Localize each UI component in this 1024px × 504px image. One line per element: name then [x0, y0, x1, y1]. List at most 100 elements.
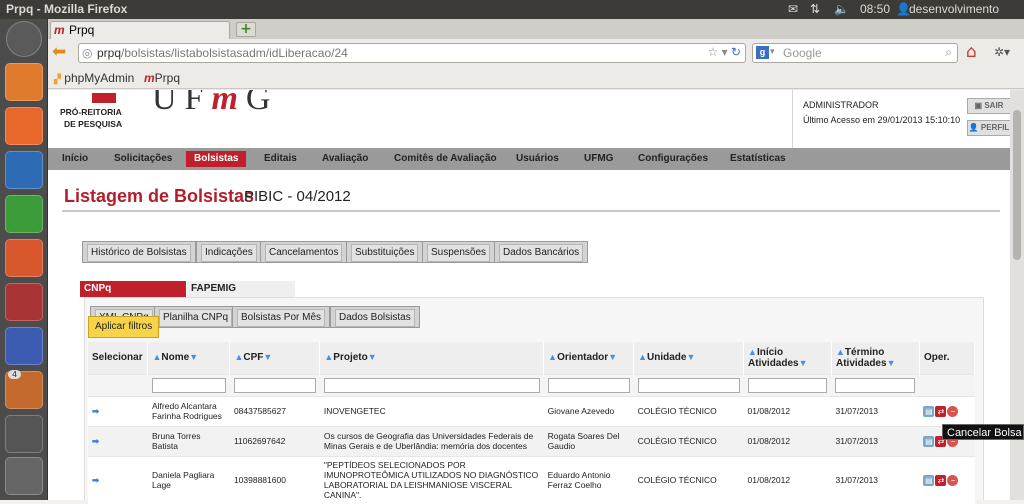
menu-item-estatisticas[interactable]: Estatísticas	[722, 151, 794, 167]
logo-bar	[92, 93, 116, 103]
virtualbox-icon[interactable]	[5, 327, 43, 365]
search-input[interactable]: g ▾ Google ⌕	[752, 43, 958, 63]
page-subtitle: PIBIC - 04/2012	[244, 188, 351, 205]
filter-projeto-input[interactable]	[323, 377, 540, 393]
tab-fapemig[interactable]: FAPEMIG	[187, 281, 295, 297]
menu-item-solicitacoes[interactable]: Solicitações	[106, 151, 180, 167]
profile-button[interactable]: 👤 PERFIL	[967, 120, 1010, 136]
home-icon[interactable]: ⌂	[966, 43, 986, 63]
session-user[interactable]: desenvolvimento	[909, 2, 999, 16]
profile-icon: 👤	[968, 123, 979, 132]
software-center-icon[interactable]	[5, 239, 43, 277]
trash-icon[interactable]	[5, 457, 43, 495]
workspace-switcher-icon[interactable]	[5, 415, 43, 453]
menu-item-editais[interactable]: Editais	[256, 151, 305, 167]
files-icon[interactable]	[5, 63, 43, 101]
new-tab-button[interactable]: +	[236, 22, 256, 37]
select-arrow-icon[interactable]: ➡	[92, 436, 99, 446]
col-orientador[interactable]: ▲Orientador▼	[543, 342, 635, 374]
planilha-cnpq-button[interactable]: Planilha CNPq	[154, 306, 238, 328]
url-bar[interactable]: ◎ prpq/bolsistas/listabolsistasadm/idLib…	[78, 43, 746, 63]
apply-filters-button[interactable]: Aplicar filtros	[88, 316, 160, 338]
volume-icon[interactable]: 🔈	[834, 2, 849, 16]
sort-asc-icon[interactable]: ▲	[836, 347, 845, 357]
sort-asc-icon[interactable]: ▲	[748, 347, 757, 357]
dash-home-icon[interactable]	[6, 21, 42, 57]
mail-icon[interactable]: ✉	[788, 2, 798, 16]
scrollbar-thumb[interactable]	[1013, 110, 1021, 260]
cancelamentos-button[interactable]: Cancelamentos	[260, 241, 348, 263]
menu-item-comites[interactable]: Comitês de Avaliação	[386, 151, 505, 167]
cell-termino: 31/07/2013	[831, 395, 920, 426]
sort-asc-icon[interactable]: ▲	[324, 352, 333, 362]
menu-item-usuarios[interactable]: Usuários	[508, 151, 567, 167]
tab-prpq[interactable]: m Prpq	[50, 21, 230, 39]
filter-nome-input[interactable]	[151, 377, 226, 393]
filter-inicio-input[interactable]	[747, 377, 828, 393]
search-icon[interactable]: ⌕	[945, 45, 952, 60]
cancel-icon[interactable]: −	[947, 474, 959, 486]
col-projeto[interactable]: ▲Projeto▼	[319, 342, 545, 374]
filter-unidade-input[interactable]	[637, 377, 740, 393]
swap-icon[interactable]: ⇄	[935, 405, 947, 417]
clock[interactable]: 08:50	[860, 2, 890, 16]
workspace-app-icon[interactable]: 4	[5, 370, 43, 409]
sort-desc-icon[interactable]: ▼	[263, 352, 272, 362]
col-termino[interactable]: ▲Término Atividades▼	[831, 342, 920, 374]
bolsistas-por-mes-button[interactable]: Bolsistas Por Mês	[232, 306, 331, 328]
filter-cpf-input[interactable]	[233, 377, 316, 393]
sort-desc-icon[interactable]: ▼	[799, 358, 808, 368]
page-title: Listagem de Bolsistas	[64, 186, 255, 206]
reload-icon[interactable]: ↻	[731, 45, 741, 59]
cancel-icon[interactable]: −	[947, 405, 959, 417]
menu-item-ufmg[interactable]: UFMG	[576, 151, 621, 167]
dados-bancarios-button[interactable]: Dados Bancários	[494, 241, 589, 263]
view-icon[interactable]: ▤	[923, 435, 935, 447]
calc-icon[interactable]	[5, 195, 43, 233]
sort-asc-icon[interactable]: ▲	[638, 352, 647, 362]
firefox-icon[interactable]	[5, 107, 43, 145]
sort-desc-icon[interactable]: ▼	[189, 352, 198, 362]
tab-cnpq[interactable]: CNPq	[80, 281, 186, 297]
menu-icon[interactable]: ✲▾	[994, 45, 1010, 59]
logout-button[interactable]: ▣ SAIR	[967, 98, 1010, 114]
google-icon[interactable]: g	[756, 46, 769, 59]
swap-icon[interactable]: ⇄	[935, 474, 947, 486]
col-nome[interactable]: ▲Nome▼	[147, 342, 231, 374]
network-icon[interactable]: ⇅	[810, 2, 820, 16]
sort-desc-icon[interactable]: ▼	[368, 352, 377, 362]
search-placeholder: Google	[783, 46, 822, 60]
select-arrow-icon[interactable]: ➡	[92, 475, 99, 485]
system-settings-icon[interactable]	[5, 283, 43, 321]
sort-desc-icon[interactable]: ▼	[686, 352, 695, 362]
view-icon[interactable]: ▤	[923, 474, 935, 486]
col-unidade[interactable]: ▲Unidade▼	[633, 342, 745, 374]
user-info-box: ADMINISTRADOR Último Acesso em 29/01/201…	[792, 90, 1010, 148]
back-arrow-icon[interactable]: ⬅	[52, 44, 74, 62]
historico-button[interactable]: Histórico de Bolsistas	[82, 241, 196, 263]
suspensoes-button[interactable]: Suspensões	[422, 241, 496, 263]
bookmark-star-icon[interactable]: ☆ ▾ ↻	[707, 45, 741, 59]
filter-termino-input[interactable]	[835, 377, 916, 393]
menu-item-avaliacao[interactable]: Avaliação	[314, 151, 376, 167]
table-row: ➡ Bruna Torres Batista 11062697642 Os cu…	[88, 425, 975, 456]
menu-item-bolsistas[interactable]: Bolsistas	[186, 151, 247, 167]
col-cpf[interactable]: ▲CPF▼	[229, 342, 321, 374]
sort-desc-icon[interactable]: ▼	[887, 358, 896, 368]
menu-item-configuracoes[interactable]: Configurações	[630, 151, 716, 167]
col-inicio[interactable]: ▲Início Atividades▼	[743, 342, 832, 374]
bookmark-prpq[interactable]: mPrpq	[144, 71, 180, 85]
sort-desc-icon[interactable]: ▼	[608, 352, 617, 362]
filter-orientador-input[interactable]	[547, 377, 630, 393]
indicacoes-button[interactable]: Indicações	[196, 241, 262, 263]
substituicoes-button[interactable]: Substituições	[346, 241, 424, 263]
view-icon[interactable]: ▤	[923, 405, 935, 417]
menu-item-inicio[interactable]: Início	[54, 151, 96, 167]
sort-asc-icon[interactable]: ▲	[548, 352, 557, 362]
dados-bolsistas-button[interactable]: Dados Bolsistas	[330, 306, 420, 328]
favicon-icon: m	[54, 23, 65, 37]
bookmark-phpmyadmin[interactable]: ▞ phpMyAdmin	[54, 71, 134, 85]
cell-projeto: Os cursos de Geografia das Universidades…	[319, 425, 544, 456]
select-arrow-icon[interactable]: ➡	[92, 406, 99, 416]
writer-icon[interactable]	[5, 151, 43, 189]
